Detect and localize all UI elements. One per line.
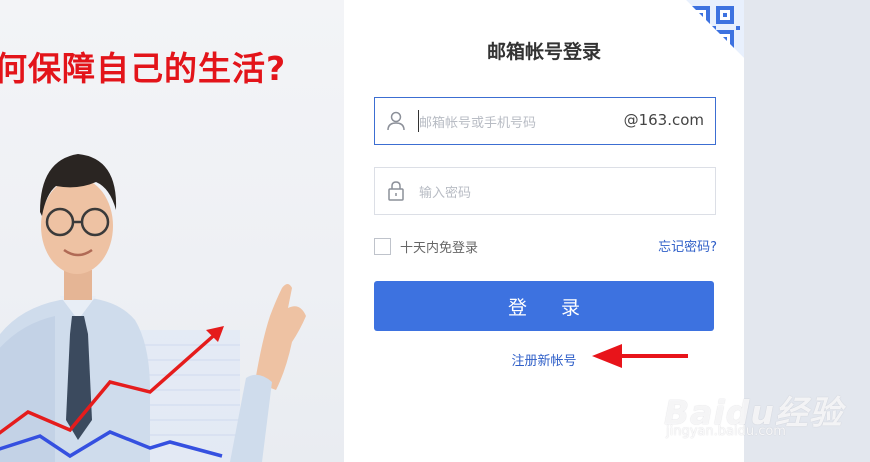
promo-banner: 何保障自己的生活? [0, 0, 344, 462]
user-icon [387, 111, 405, 131]
email-domain-suffix: @163.com [623, 111, 704, 129]
lock-icon [388, 181, 404, 201]
banner-headline: 何保障自己的生活? [0, 49, 287, 88]
banner-illustration [0, 154, 306, 462]
watermark-url: jingyan.baidu.com [666, 424, 786, 439]
email-field[interactable]: 邮箱帐号或手机号码 @163.com [374, 97, 716, 145]
remember-me[interactable]: 十天内免登录 [374, 236, 478, 256]
register-link[interactable]: 注册新帐号 [511, 354, 576, 369]
login-button[interactable]: 登 录 [374, 281, 714, 331]
remember-checkbox[interactable] [374, 237, 391, 255]
password-placeholder: 输入密码 [419, 186, 472, 201]
email-placeholder: 邮箱帐号或手机号码 [419, 116, 537, 131]
login-title: 邮箱帐号登录 [486, 41, 601, 63]
remember-label: 十天内免登录 [400, 240, 479, 256]
password-field[interactable]: 输入密码 [374, 167, 716, 215]
baidu-watermark: Baidu经验 jingyan.baidu.com [664, 366, 864, 446]
login-page: 何保障自己的生活? 邮箱帐号登录 邮箱帐号或手机号码 @163.com 输入密码… [0, 0, 870, 462]
forgot-password-link[interactable]: 忘记密码? [658, 236, 717, 255]
